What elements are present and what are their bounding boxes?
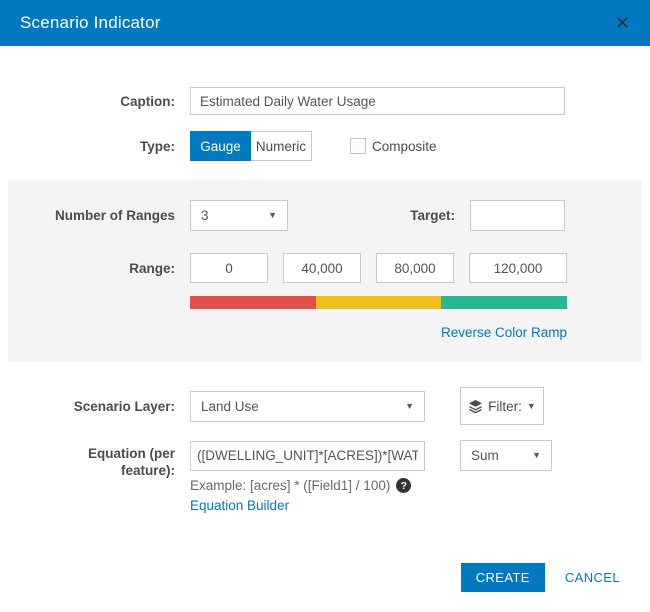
range-input-3[interactable] — [376, 253, 454, 283]
ramp-segment-red — [190, 296, 316, 309]
number-of-ranges-dropdown[interactable]: 3 ▼ — [190, 200, 288, 231]
aggregation-dropdown[interactable]: Sum ▼ — [460, 440, 552, 471]
equation-example: Example: [acres] * ([Field1] / 100) ? — [190, 478, 552, 493]
equation-content: Sum ▼ Example: [acres] * ([Field1] / 100… — [190, 440, 552, 515]
chevron-down-icon: ▼ — [532, 450, 541, 460]
range-input-1[interactable] — [190, 253, 268, 283]
equation-row: Equation (per feature): Sum ▼ Example: [… — [0, 440, 650, 515]
target-label: Target: — [410, 208, 455, 223]
type-segmented-control: Gauge Numeric — [190, 131, 312, 161]
target-group: Target: — [288, 200, 565, 231]
aggregation-value: Sum — [471, 448, 499, 463]
ranges-panel: Number of Ranges 3 ▼ Target: Range: 0 40… — [8, 180, 642, 362]
reverse-color-ramp-link[interactable]: Reverse Color Ramp — [441, 325, 567, 340]
scenario-layer-row: Scenario Layer: Land Use ▼ Filter: ▼ — [0, 387, 650, 425]
ramp-row — [8, 296, 642, 309]
equation-label: Equation (per feature): — [88, 446, 175, 478]
create-button[interactable]: CREATE — [460, 563, 545, 592]
composite-label: Composite — [372, 138, 437, 154]
number-of-ranges-value: 3 — [201, 208, 209, 223]
scenario-layer-dropdown[interactable]: Land Use ▼ — [190, 390, 425, 422]
chevron-down-icon: ▼ — [405, 400, 414, 411]
type-option-gauge[interactable]: Gauge — [190, 131, 251, 161]
range-inputs — [190, 253, 567, 283]
range-label: Range: — [129, 260, 175, 276]
dialog-title: Scenario Indicator — [20, 13, 161, 32]
cancel-button[interactable]: CANCEL — [565, 570, 620, 585]
caption-input[interactable] — [190, 87, 565, 115]
equation-builder-link[interactable]: Equation Builder — [190, 498, 289, 513]
range-row: Range: — [8, 253, 642, 283]
dialog-footer: CREATE CANCEL — [0, 563, 650, 592]
filter-button[interactable]: Filter: ▼ — [460, 387, 544, 425]
reverse-row: Reverse Color Ramp — [8, 324, 642, 342]
range-input-4[interactable] — [469, 253, 567, 283]
color-ramp — [190, 296, 568, 309]
equation-example-text: Example: [acres] * ([Field1] / 100) — [190, 478, 391, 493]
type-label: Type: — [139, 138, 175, 154]
ramp-segment-green — [441, 296, 568, 309]
target-input[interactable] — [470, 200, 565, 231]
caption-label: Caption: — [120, 93, 175, 109]
type-row: Type: Gauge Numeric Composite — [0, 131, 650, 161]
range-input-2[interactable] — [283, 253, 361, 283]
composite-checkbox[interactable] — [350, 138, 366, 154]
chevron-down-icon: ▼ — [526, 400, 536, 411]
ramp-segment-yellow — [315, 296, 442, 309]
scenario-layer-label: Scenario Layer: — [73, 398, 175, 414]
equation-input[interactable] — [190, 440, 425, 471]
scenario-layer-value: Land Use — [201, 398, 259, 414]
layers-icon — [469, 399, 483, 413]
caption-row: Caption: — [0, 87, 650, 115]
number-of-ranges-label: Number of Ranges — [54, 208, 175, 223]
dialog-header: Scenario Indicator ✕ — [0, 0, 650, 46]
number-of-ranges-row: Number of Ranges 3 ▼ Target: — [8, 200, 642, 231]
chevron-down-icon: ▼ — [268, 210, 277, 220]
type-option-numeric[interactable]: Numeric — [251, 131, 312, 161]
close-icon[interactable]: ✕ — [615, 14, 630, 32]
help-icon[interactable]: ? — [396, 478, 412, 493]
filter-label: Filter: — [488, 398, 522, 414]
scenario-indicator-dialog: Scenario Indicator ✕ Caption: Type: Gaug… — [0, 0, 650, 612]
